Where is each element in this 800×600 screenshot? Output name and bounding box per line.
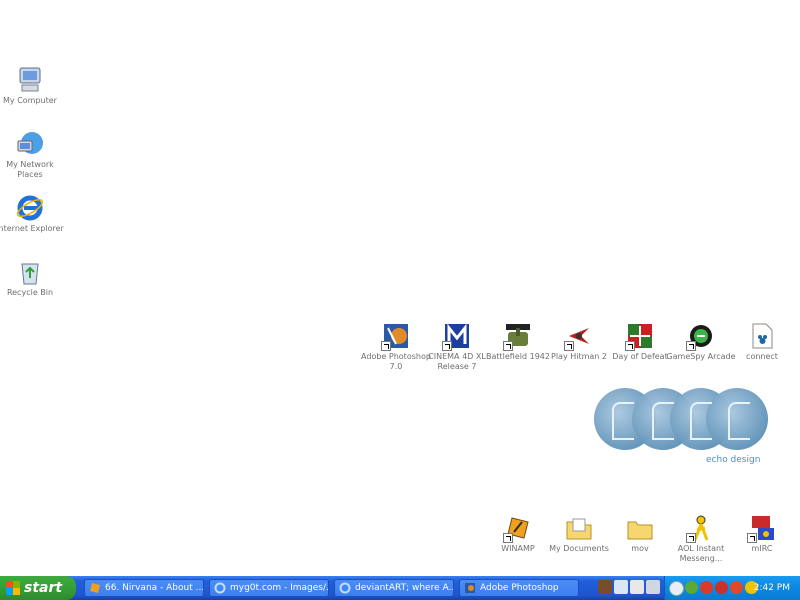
quick-launch-monitor-icon[interactable] xyxy=(614,580,628,594)
network-places-icon xyxy=(16,130,44,158)
shortcut-arrow-icon xyxy=(381,341,391,351)
my-computer-icon xyxy=(16,66,44,94)
desktop-icon-recycle-bin[interactable]: Recycle Bin xyxy=(0,258,68,298)
echo-design-logo: echo design xyxy=(594,388,774,470)
desktop-icon-connect[interactable]: connect xyxy=(724,322,800,362)
desktop-icon-my-computer[interactable]: My Computer xyxy=(0,66,68,106)
desktop-icon-label: My Network Places xyxy=(6,160,54,179)
photoshop-icon xyxy=(381,322,410,351)
taskbar-button-label: myg0t.com - Images/... xyxy=(230,583,329,593)
internet-explorer-icon xyxy=(339,582,351,594)
aim-icon xyxy=(686,514,715,543)
tray-antivirus-icon[interactable] xyxy=(715,581,728,594)
taskbar-button-winamp[interactable]: 66. Nirvana - About ... xyxy=(84,579,204,597)
logo-caption: echo design xyxy=(706,455,761,465)
start-button[interactable]: start xyxy=(0,576,76,600)
system-tray: 2:42 PM xyxy=(664,576,800,600)
seated-figure xyxy=(612,402,634,440)
seated-figure xyxy=(652,402,674,440)
cinema4d-icon xyxy=(442,322,471,351)
shortcut-arrow-icon xyxy=(503,341,513,351)
desktop-icon-my-network-places[interactable]: My Network Places xyxy=(0,130,68,180)
mirc-icon xyxy=(747,514,776,543)
internet-explorer-icon xyxy=(214,582,226,594)
winamp-icon xyxy=(503,514,532,543)
quick-launch-speaker-icon[interactable] xyxy=(646,580,660,594)
shortcut-arrow-icon xyxy=(503,533,513,543)
clock[interactable]: 2:42 PM xyxy=(754,576,790,600)
internet-explorer-icon xyxy=(16,194,44,222)
desktop-icon-label: connect xyxy=(746,352,778,361)
photoshop-icon xyxy=(464,582,476,594)
quick-launch-help-icon[interactable] xyxy=(630,580,644,594)
desktop-icon-label: My Computer xyxy=(3,96,57,105)
tray-network-icon[interactable] xyxy=(685,581,698,594)
desktop: My Computer My Network Places Internet E… xyxy=(0,0,800,576)
seated-figure xyxy=(690,402,712,440)
shortcut-arrow-icon xyxy=(686,533,696,543)
folder-icon xyxy=(626,514,654,542)
desktop-icon-label: Internet Explorer xyxy=(0,224,64,233)
my-documents-icon xyxy=(565,514,593,542)
shortcut-arrow-icon xyxy=(747,533,757,543)
windows-logo-icon xyxy=(6,581,20,595)
shortcut-arrow-icon xyxy=(442,341,452,351)
seated-figure xyxy=(728,402,750,440)
battlefield-icon xyxy=(503,322,532,351)
desktop-icon-internet-explorer[interactable]: Internet Explorer xyxy=(0,194,68,234)
tray-status-icon[interactable] xyxy=(730,581,743,594)
connect-icon xyxy=(748,322,776,350)
day-of-defeat-icon xyxy=(625,322,654,351)
tray-app-icon[interactable] xyxy=(700,581,713,594)
tray-expand-icon[interactable] xyxy=(669,581,684,596)
taskbar-button-photoshop[interactable]: Adobe Photoshop xyxy=(459,579,579,597)
desktop-icon-label: mIRC xyxy=(751,544,773,553)
shortcut-arrow-icon xyxy=(625,341,635,351)
taskbar-button-deviantart[interactable]: deviantART; where A... xyxy=(334,579,454,597)
quick-launch-tool-icon[interactable] xyxy=(598,580,612,594)
hitman-icon xyxy=(564,322,593,351)
desktop-icon-mirc[interactable]: mIRC xyxy=(724,514,800,554)
shortcut-arrow-icon xyxy=(686,341,696,351)
taskbar-button-label: deviantART; where A... xyxy=(355,583,454,593)
gamespy-icon xyxy=(686,322,715,351)
taskbar-button-label: Adobe Photoshop xyxy=(480,583,559,593)
taskbar: start 66. Nirvana - About ... myg0t.com … xyxy=(0,576,800,600)
start-label: start xyxy=(24,580,63,596)
taskbar-button-myg0t[interactable]: myg0t.com - Images/... xyxy=(209,579,329,597)
shortcut-arrow-icon xyxy=(564,341,574,351)
desktop-icon-label: Recycle Bin xyxy=(6,288,54,297)
recycle-bin-icon xyxy=(16,258,44,286)
winamp-icon xyxy=(89,582,101,594)
taskbar-button-label: 66. Nirvana - About ... xyxy=(105,583,204,593)
